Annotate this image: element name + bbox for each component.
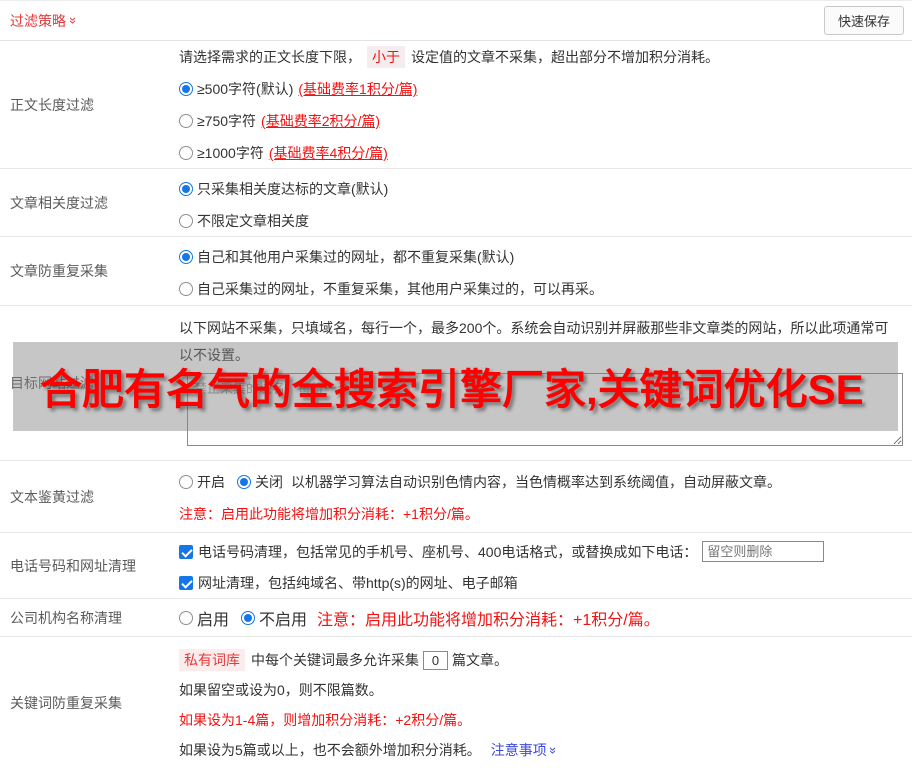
section-label: 公司机构名称清理 — [10, 609, 122, 626]
section-label: 正文长度过滤 — [10, 96, 94, 113]
section-company-clean: 公司机构名称清理 启用 不启用 注意：启用此功能将增加积分消耗：+1积分/篇。 — [0, 599, 912, 637]
chevron-double-down-icon: » — [66, 16, 82, 25]
radio-length-1000[interactable]: ≥1000字符 (基础费率4积分/篇) — [179, 143, 388, 163]
keyword-limit-input[interactable] — [423, 650, 448, 670]
section-keyword-dedup: 关键词防重复采集 私有词库 中每个关键词最多允许采集 篇文章。 如果留空或设为0… — [0, 637, 912, 768]
blocked-domains-textarea[interactable] — [187, 373, 903, 446]
radio-label: 自己和其他用户采集过的网址，都不重复采集(默认) — [197, 249, 515, 265]
radio-relevance-any[interactable]: 不限定文章相关度 — [179, 211, 309, 231]
content-length-intro: 请选择需求的正文长度下限， 小于 设定值的文章不采集，超出部分不增加积分消耗。 — [179, 41, 904, 73]
replacement-phone-input[interactable] — [702, 541, 825, 562]
radio-label: ≥1000字符 — [197, 145, 264, 161]
radio-icon[interactable] — [179, 475, 193, 489]
section-label: 文章防重复采集 — [10, 263, 108, 279]
section-label: 文章相关度过滤 — [10, 194, 108, 211]
section-phone-url-clean: 电话号码和网址清理 电话号码清理，包括常见的手机号、座机号、400电话格式，或替… — [0, 533, 912, 599]
radio-label: 开启 — [197, 474, 225, 490]
checkbox-icon-checked[interactable] — [179, 544, 193, 559]
chevron-double-down-icon: » — [545, 746, 561, 754]
radio-dedup-self-only[interactable]: 自己采集过的网址，不重复采集，其他用户采集过的，可以再采。 — [179, 279, 603, 299]
page-header: 过滤策略 » 快速保存 — [0, 1, 912, 41]
radio-label: 自己采集过的网址，不重复采集，其他用户采集过的，可以再采。 — [197, 281, 603, 297]
radio-porn-off[interactable]: 关闭 — [237, 472, 283, 492]
radio-label: 不启用 — [259, 611, 308, 629]
page-title-text: 过滤策略 — [10, 12, 66, 29]
quick-save-button[interactable]: 快速保存 — [823, 6, 904, 35]
keyword-limit-suffix: 篇文章。 — [452, 652, 508, 668]
notes-link[interactable]: 注意事项 » — [490, 740, 561, 760]
keyword-note-five-plus: 如果设为5篇或以上，也不会额外增加积分消耗。 — [179, 742, 481, 758]
radio-icon-checked[interactable] — [241, 610, 256, 625]
option-cost-text: (基础费率2积分/篇) — [261, 113, 381, 129]
checkbox-icon-checked[interactable] — [179, 575, 193, 590]
notes-link-text: 注意事项 — [490, 742, 547, 758]
section-dedup: 文章防重复采集 自己和其他用户采集过的网址，都不重复采集(默认) 自己采集过的网… — [0, 237, 912, 306]
porn-filter-description: 以机器学习算法自动识别色情内容，当色情概率达到系统阈值，自动屏蔽文章。 — [291, 474, 781, 490]
radio-label: 关闭 — [255, 474, 283, 490]
page-title[interactable]: 过滤策略 » — [10, 11, 82, 31]
target-site-description: 以下网站不采集，只填域名，每行一个，最多200个。系统会自动识别并屏蔽那些非文章… — [179, 320, 889, 363]
radio-label: ≥500字符(默认) — [197, 81, 294, 97]
section-target-site: 目标网站过滤 以下网站不采集，只填域名，每行一个，最多200个。系统会自动识别并… — [0, 306, 912, 461]
radio-icon[interactable] — [179, 282, 193, 296]
intro-highlight-less-than: 小于 — [367, 46, 405, 68]
radio-relevance-only[interactable]: 只采集相关度达标的文章(默认) — [179, 179, 388, 199]
checkbox-label: 电话号码清理，包括常见的手机号、座机号、400电话格式，或替换成如下电话： — [198, 543, 698, 560]
section-content-length: 正文长度过滤 请选择需求的正文长度下限， 小于 设定值的文章不采集，超出部分不增… — [0, 41, 912, 169]
radio-icon-checked[interactable] — [237, 475, 251, 489]
radio-icon[interactable] — [179, 610, 193, 625]
radio-porn-on[interactable]: 开启 — [179, 472, 225, 492]
section-label: 文本鉴黄过滤 — [10, 488, 94, 505]
radio-company-off[interactable]: 不启用 — [241, 606, 307, 630]
section-label: 目标网站过滤 — [10, 375, 94, 391]
radio-icon-checked[interactable] — [179, 182, 193, 196]
section-relevance: 文章相关度过滤 只采集相关度达标的文章(默认) 不限定文章相关度 — [0, 169, 912, 237]
intro-text-pre: 请选择需求的正文长度下限， — [179, 49, 361, 65]
porn-filter-note: 注意：启用此功能将增加积分消耗：+1积分/篇。 — [179, 506, 479, 522]
section-label: 电话号码和网址清理 — [10, 557, 136, 574]
radio-label: ≥750字符 — [197, 113, 257, 129]
private-lexicon-link[interactable]: 私有词库 — [179, 649, 245, 671]
radio-icon[interactable] — [179, 114, 193, 128]
radio-label: 不限定文章相关度 — [197, 213, 309, 229]
filter-strategy-page: 过滤策略 » 快速保存 正文长度过滤 请选择需求的正文长度下限， 小于 设定值的… — [0, 0, 912, 768]
radio-icon-checked[interactable] — [179, 82, 193, 96]
radio-company-on[interactable]: 启用 — [179, 606, 229, 630]
radio-label: 启用 — [197, 611, 230, 629]
checkbox-label: 网址清理，包括纯域名、带http(s)的网址、电子邮箱 — [198, 574, 518, 591]
radio-label: 只采集相关度达标的文章(默认) — [197, 181, 389, 197]
section-label: 关键词防重复采集 — [10, 695, 122, 711]
radio-icon-checked[interactable] — [179, 250, 193, 264]
radio-length-750[interactable]: ≥750字符 (基础费率2积分/篇) — [179, 111, 380, 131]
checkbox-url-clean[interactable]: 网址清理，包括纯域名、带http(s)的网址、电子邮箱 — [179, 573, 518, 593]
radio-dedup-all-users[interactable]: 自己和其他用户采集过的网址，都不重复采集(默认) — [179, 247, 514, 267]
company-clean-note: 注意：启用此功能将增加积分消耗：+1积分/篇。 — [317, 611, 660, 629]
keyword-limit-text: 中每个关键词最多允许采集 — [251, 652, 419, 668]
radio-icon[interactable] — [179, 146, 193, 160]
keyword-note-zero: 如果留空或设为0，则不限篇数。 — [179, 682, 383, 698]
radio-length-500[interactable]: ≥500字符(默认) (基础费率1积分/篇) — [179, 79, 417, 99]
section-porn-filter: 文本鉴黄过滤 开启 关闭 以机器学习算法自动识别色情内容，当色情概率达到系统阈值… — [0, 461, 912, 533]
option-cost-text: (基础费率4积分/篇) — [268, 145, 388, 161]
keyword-note-cost: 如果设为1-4篇，则增加积分消耗：+2积分/篇。 — [179, 712, 472, 728]
checkbox-phone-clean[interactable]: 电话号码清理，包括常见的手机号、座机号、400电话格式，或替换成如下电话： — [179, 542, 697, 562]
option-cost-text: (基础费率1积分/篇) — [298, 81, 418, 97]
intro-text-post: 设定值的文章不采集，超出部分不增加积分消耗。 — [411, 49, 719, 65]
radio-icon[interactable] — [179, 214, 193, 228]
